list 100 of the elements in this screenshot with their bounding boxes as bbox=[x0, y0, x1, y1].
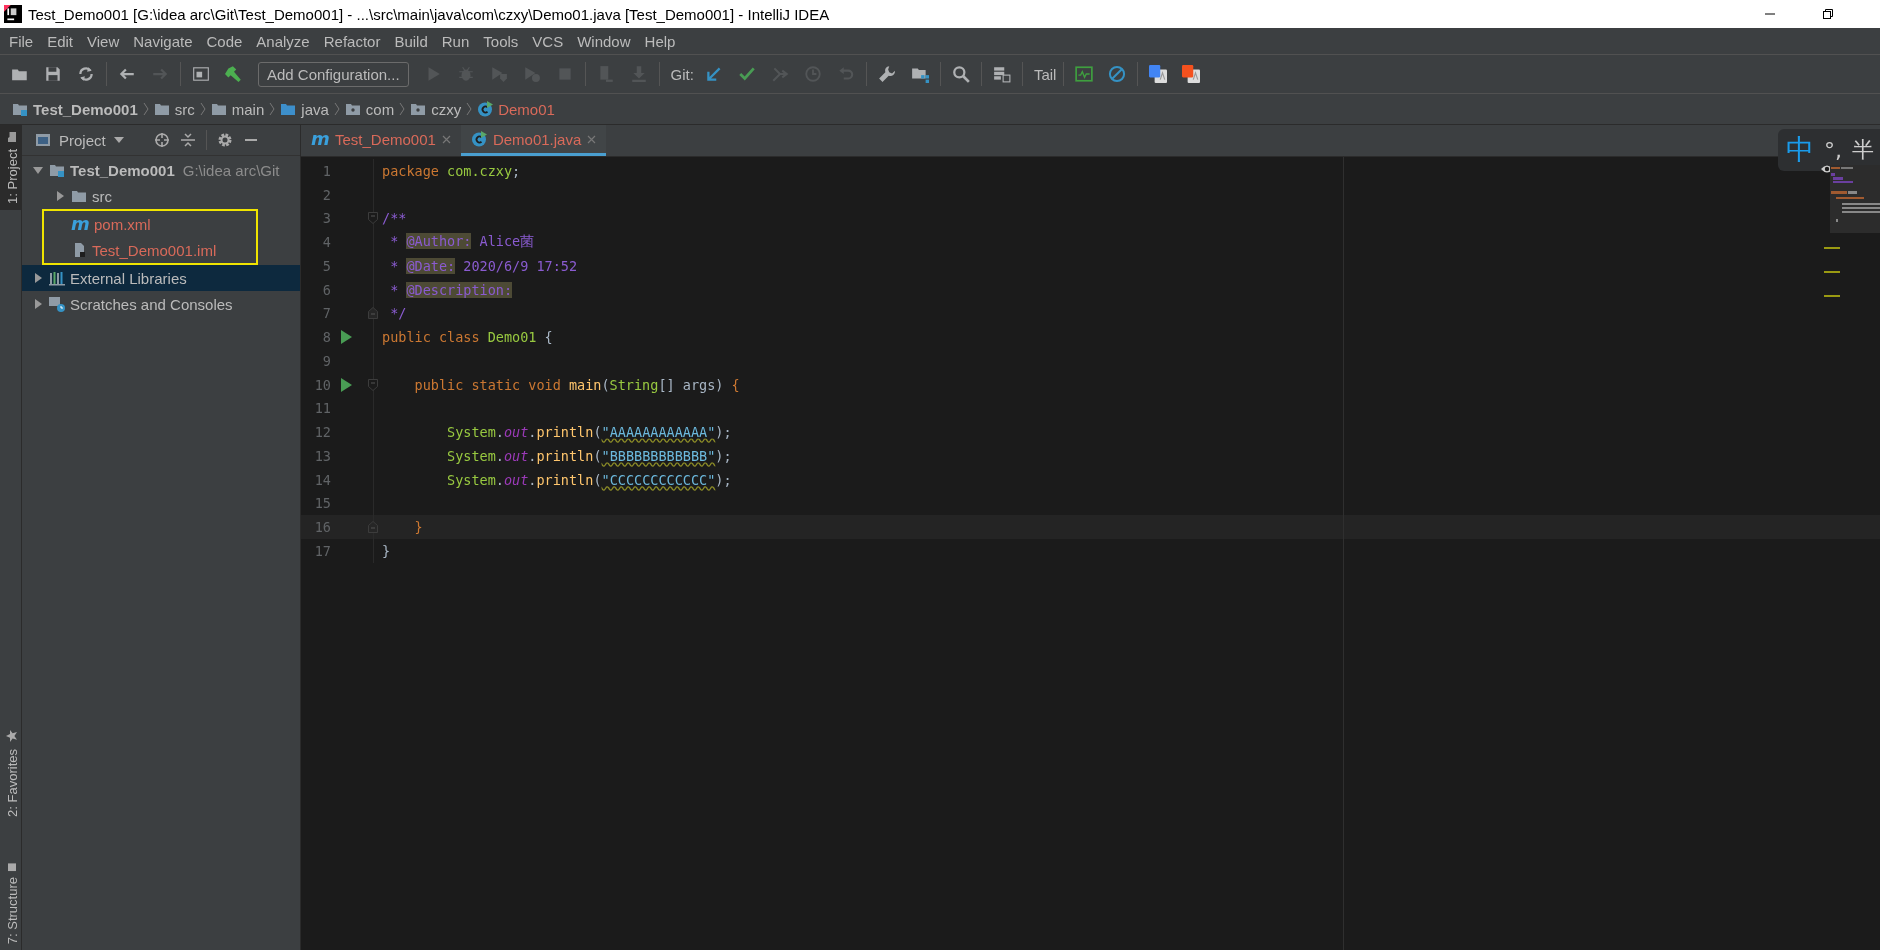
code-line: } bbox=[413, 519, 423, 536]
run-icon[interactable] bbox=[341, 330, 352, 345]
star-icon bbox=[5, 728, 19, 743]
line-number: 16 bbox=[313, 519, 331, 536]
settings-icon[interactable] bbox=[216, 132, 233, 148]
tool-window-tab[interactable]: 7: Structure bbox=[0, 856, 21, 950]
line-number: 7 bbox=[321, 305, 331, 322]
maven-icon: m bbox=[71, 216, 89, 232]
code-line: * @Description: bbox=[389, 281, 513, 298]
menu-item[interactable]: Build bbox=[387, 32, 435, 50]
breadcrumb[interactable]: Demo01 bbox=[477, 100, 555, 118]
menu-item[interactable]: Tools bbox=[476, 32, 526, 50]
scratch-icon bbox=[49, 296, 65, 312]
code-line: package com.czxy; bbox=[381, 162, 521, 179]
tree-item[interactable]: src bbox=[22, 183, 300, 209]
arrow-icon[interactable] bbox=[704, 65, 723, 83]
line-number: 17 bbox=[313, 542, 331, 559]
chevron-icon bbox=[142, 101, 149, 117]
menu-item[interactable]: Refactor bbox=[316, 32, 388, 50]
code-line: System.out.println("AAAAAAAAAAAA"); bbox=[446, 424, 732, 441]
tree-item[interactable]: Test_Demo001.iml bbox=[44, 237, 256, 263]
code-line: public class Demo01 { bbox=[381, 329, 553, 346]
menu-item[interactable]: Code bbox=[199, 32, 250, 50]
wrench-icon[interactable] bbox=[877, 65, 896, 83]
menu-item[interactable]: Analyze bbox=[249, 32, 317, 50]
breadcrumb[interactable]: main bbox=[210, 100, 265, 118]
tree-item[interactable]: m pom.xml bbox=[44, 211, 256, 237]
line-number: 10 bbox=[313, 376, 331, 393]
dropdown-icon bbox=[113, 137, 124, 143]
line-number: 14 bbox=[313, 471, 331, 488]
code-line: public static void main(String[] args) { bbox=[413, 376, 740, 393]
menu-item[interactable]: VCS bbox=[525, 32, 571, 50]
restore-icon[interactable] bbox=[1822, 8, 1834, 20]
tree-item[interactable]: External Libraries bbox=[22, 265, 300, 291]
line-number: 4 bbox=[321, 234, 331, 251]
tool-window-tab[interactable]: 1: Project bbox=[0, 125, 21, 210]
collapse-all-icon[interactable] bbox=[179, 132, 196, 148]
collapsed-arrow-icon[interactable] bbox=[54, 190, 66, 202]
code-line: * @Date: 2020/6/9 17:52 bbox=[389, 257, 578, 274]
search-icon[interactable] bbox=[951, 65, 970, 83]
close-icon[interactable] bbox=[587, 134, 597, 144]
translate-icon[interactable] bbox=[1149, 65, 1168, 83]
menu-item[interactable]: View bbox=[80, 32, 127, 50]
maven-icon: m bbox=[311, 131, 329, 147]
code-line: } bbox=[381, 542, 391, 559]
module-icon bbox=[49, 162, 65, 178]
menu-item[interactable]: Help bbox=[637, 32, 683, 50]
menu-item[interactable]: File bbox=[2, 32, 41, 50]
run-configuration-button[interactable]: Add Configuration... bbox=[258, 61, 409, 87]
ban-icon[interactable] bbox=[1108, 65, 1127, 83]
class-icon bbox=[470, 131, 487, 147]
input-method-indicator[interactable]: 半 bbox=[1852, 135, 1874, 165]
line-number: 9 bbox=[321, 352, 331, 369]
editor-tab[interactable]: Demo01.java bbox=[460, 125, 607, 156]
close-icon[interactable] bbox=[441, 134, 451, 144]
hammer-icon[interactable] bbox=[225, 65, 243, 83]
line-number: 15 bbox=[313, 495, 331, 512]
chevron-icon bbox=[399, 101, 406, 117]
line-number: 1 bbox=[321, 162, 331, 179]
input-method-indicator[interactable]: °, bbox=[1824, 137, 1842, 163]
translate-icon[interactable] bbox=[1182, 65, 1201, 83]
chevron-icon bbox=[199, 101, 206, 117]
collapsed-arrow-icon[interactable] bbox=[32, 298, 44, 310]
expanded-arrow-icon[interactable] bbox=[32, 164, 44, 176]
breadcrumb[interactable]: czxy bbox=[410, 100, 462, 118]
breadcrumb[interactable]: Test_Demo001 bbox=[12, 100, 138, 118]
tree-item[interactable]: Scratches and Consoles bbox=[22, 291, 300, 317]
line-number: 8 bbox=[321, 329, 331, 346]
line-number: 13 bbox=[313, 447, 331, 464]
stack-icon[interactable] bbox=[992, 65, 1011, 83]
window-icon[interactable] bbox=[192, 65, 210, 83]
menu-item[interactable]: Navigate bbox=[126, 32, 200, 50]
checkmark-icon[interactable] bbox=[737, 65, 756, 83]
line-number: 3 bbox=[321, 210, 331, 227]
breadcrumb[interactable]: java bbox=[280, 100, 329, 118]
breadcrumb[interactable]: com bbox=[344, 100, 395, 118]
sync-icon[interactable] bbox=[77, 65, 95, 83]
line-number: 5 bbox=[321, 257, 331, 274]
package-icon bbox=[410, 101, 427, 117]
input-method-indicator[interactable]: 中 bbox=[1786, 131, 1814, 169]
monitor-icon[interactable] bbox=[1075, 65, 1094, 83]
menu-item[interactable]: Edit bbox=[40, 32, 81, 50]
module-icon bbox=[12, 101, 28, 117]
menu-item[interactable]: Run bbox=[434, 32, 477, 50]
class-icon bbox=[477, 101, 494, 117]
run-icon[interactable] bbox=[341, 377, 352, 392]
tool-window-tab[interactable]: 2: Favorites bbox=[0, 722, 21, 823]
structure-icon bbox=[8, 862, 16, 871]
collapsed-arrow-icon[interactable] bbox=[32, 272, 44, 284]
view-selector[interactable]: Project bbox=[35, 131, 124, 149]
crosshair-icon[interactable] bbox=[153, 132, 170, 148]
line-number: 6 bbox=[321, 281, 331, 298]
chevron-icon bbox=[333, 101, 340, 117]
line-number: 11 bbox=[313, 400, 331, 417]
window-icon bbox=[35, 132, 51, 148]
tree-item[interactable]: Test_Demo001 G:\idea arc\Git bbox=[22, 157, 300, 183]
line-number: 2 bbox=[321, 186, 331, 203]
breadcrumb[interactable]: src bbox=[153, 100, 195, 118]
menu-item[interactable]: Window bbox=[570, 32, 638, 50]
folder-grid-icon[interactable] bbox=[910, 65, 929, 83]
